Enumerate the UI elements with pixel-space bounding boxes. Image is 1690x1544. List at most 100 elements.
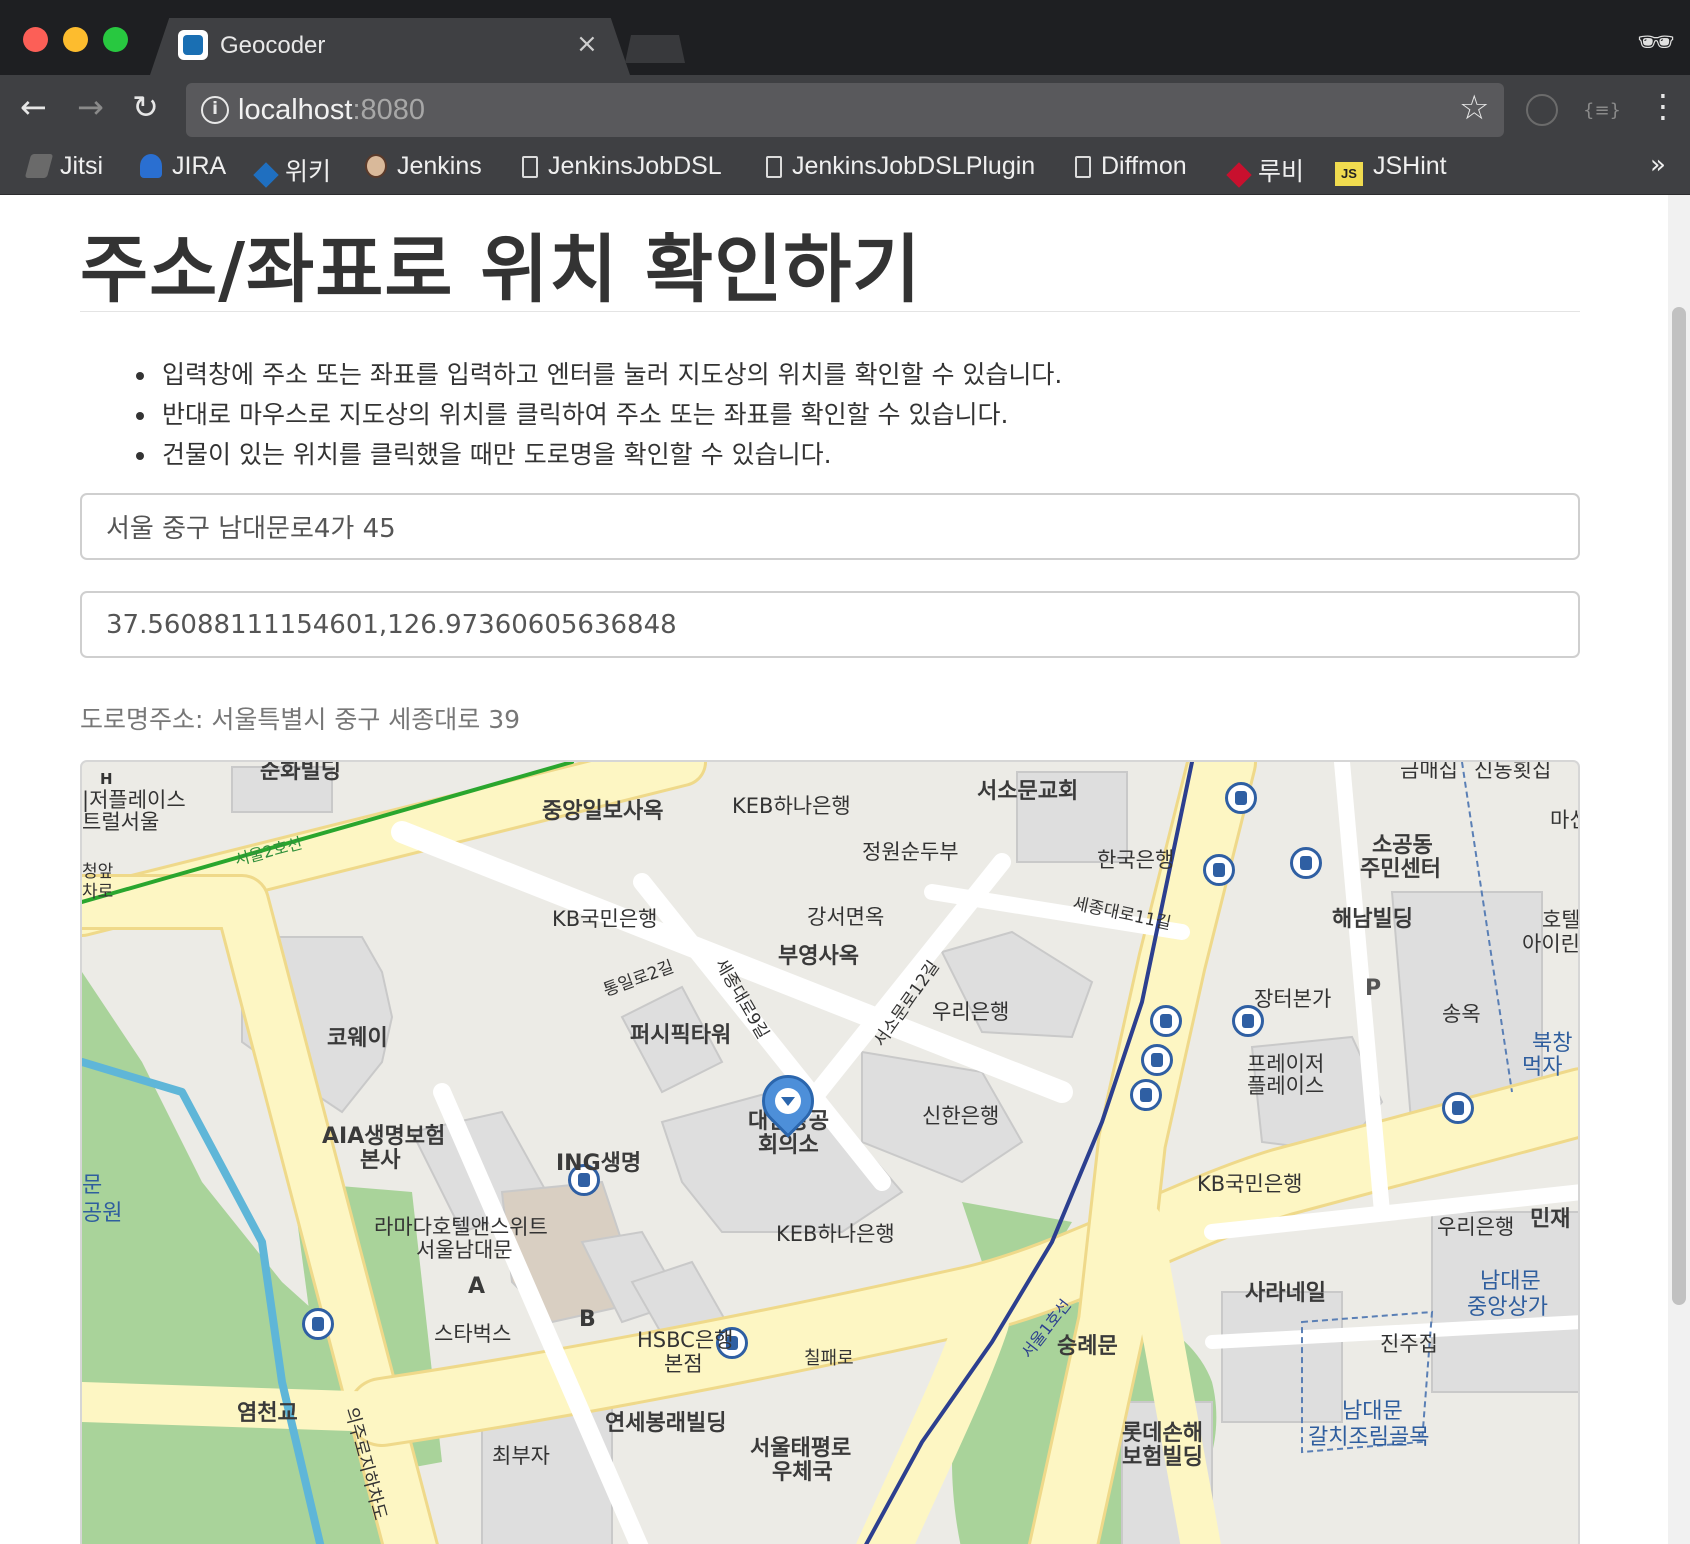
bookmark-wiki[interactable]: 위키: [253, 152, 332, 188]
map-label: 퍼시픽타워: [630, 1023, 732, 1048]
map-label: 송옥: [1442, 1002, 1481, 1026]
bookmark-ruby[interactable]: 루비: [1226, 152, 1304, 188]
map-label: KEB하나은행: [732, 794, 851, 818]
map-label: 우리은행: [932, 1000, 1010, 1024]
bookmark-jira[interactable]: JIRA: [140, 152, 226, 181]
bookmark-jenkinsjobdsl[interactable]: JenkinsJobDSL: [522, 152, 722, 181]
map-label: B: [579, 1307, 596, 1332]
map-label: AIA생명보험: [322, 1124, 446, 1149]
map-label: 민재: [1530, 1207, 1571, 1232]
ruby-icon: [1226, 162, 1252, 188]
road-address-text: 도로명주소: 서울특별시 중구 세종대로 39: [80, 705, 521, 734]
map-label: 서소문교회: [977, 779, 1079, 804]
bookmark-jshint[interactable]: JS JSHint: [1335, 152, 1447, 186]
map-label: 장터본가: [1254, 987, 1332, 1011]
bus-stop-icon[interactable]: [1442, 1092, 1474, 1124]
map-label: 한국은행: [1097, 848, 1175, 872]
map-label: 아이린: [1522, 932, 1580, 956]
instructions-list: 입력창에 주소 또는 좌표를 입력하고 엔터를 눌러 지도상의 위치를 확인할 …: [158, 355, 1062, 475]
page-title: 주소/좌표로 위치 확인하기: [80, 227, 922, 313]
js-icon: JS: [1335, 162, 1363, 186]
forward-icon[interactable]: →: [77, 88, 104, 126]
bookmark-label: JSHint: [1373, 152, 1447, 180]
map-label: KB국민은행: [1197, 1172, 1303, 1196]
bus-stop-icon[interactable]: [1225, 782, 1257, 814]
jenkins-icon: [365, 154, 387, 178]
map-label: HSBC은행: [637, 1328, 734, 1352]
map-label: 호텔: [1542, 908, 1580, 932]
bus-stop-icon[interactable]: [1141, 1044, 1173, 1076]
extension-timer-icon[interactable]: [1526, 94, 1558, 126]
maximize-window-button[interactable]: [103, 27, 128, 52]
map-label: 칠패로: [804, 1348, 854, 1369]
bookmark-label: Jenkins: [397, 152, 482, 180]
scrollbar-thumb[interactable]: [1672, 307, 1686, 1305]
site-info-icon[interactable]: i: [201, 96, 229, 124]
bus-stop-icon[interactable]: [302, 1308, 334, 1340]
map-label: 금매집: [1400, 760, 1458, 782]
map-label: ING생명: [556, 1151, 642, 1176]
extension-json-icon[interactable]: {≡}: [1583, 100, 1621, 121]
close-window-button[interactable]: [23, 27, 48, 52]
file-icon: [1075, 156, 1091, 178]
address-input[interactable]: [80, 493, 1580, 560]
minimize-window-button[interactable]: [63, 27, 88, 52]
bookmark-jenkinsjobdslplugin[interactable]: JenkinsJobDSLPlugin: [766, 152, 1035, 181]
building-market: [1221, 1291, 1343, 1423]
url-port: :8080: [352, 94, 426, 126]
map-label: 남대문: [1342, 1399, 1403, 1424]
map-label: 본점: [664, 1352, 703, 1376]
instruction-item: 건물이 있는 위치를 클릭했을 때만 도로명을 확인할 수 있습니다.: [158, 435, 1062, 475]
map-label: 회의소: [758, 1133, 819, 1158]
map-label: 사라네일: [1245, 1281, 1326, 1306]
bus-stop-icon[interactable]: [1130, 1079, 1162, 1111]
map-label: 소공동: [1372, 833, 1433, 858]
bookmark-label: JIRA: [172, 152, 227, 180]
map-label: 코웨이: [327, 1026, 388, 1051]
coordinate-input[interactable]: [80, 591, 1580, 658]
bookmark-diffmon[interactable]: Diffmon: [1075, 152, 1187, 181]
map-label: 숭례문: [1057, 1334, 1118, 1359]
bookmarks-overflow-icon[interactable]: »: [1650, 150, 1666, 180]
back-icon[interactable]: ←: [20, 88, 47, 126]
map-label: P: [1365, 976, 1382, 1001]
map-label: 중앙일보사옥: [542, 799, 664, 824]
browser-menu-icon[interactable]: ⋮: [1647, 87, 1679, 125]
tab-close-icon[interactable]: ×: [576, 29, 598, 59]
map-label: 라마다호텔앤스위트: [374, 1215, 548, 1239]
map-label: 주민센터: [1360, 857, 1441, 882]
geocoder-favicon-icon: [178, 30, 208, 60]
bus-stop-icon[interactable]: [1203, 854, 1235, 886]
map-label: 순화빌딩: [260, 760, 341, 784]
bookmark-jenkins[interactable]: Jenkins: [365, 152, 482, 181]
instruction-item: 입력창에 주소 또는 좌표를 입력하고 엔터를 눌러 지도상의 위치를 확인할 …: [158, 355, 1062, 395]
title-divider: [80, 311, 1580, 312]
map-label: KB국민은행: [552, 907, 658, 931]
bookmark-star-icon[interactable]: ☆: [1459, 88, 1489, 128]
bookmark-label: Jitsi: [60, 152, 104, 180]
map-label: 공원: [82, 1201, 123, 1226]
map-label: KEB하나은행: [776, 1222, 895, 1246]
map-label: 중앙상가: [1467, 1295, 1548, 1320]
bookmark-label: Diffmon: [1101, 152, 1187, 180]
bus-stop-icon[interactable]: [1290, 847, 1322, 879]
map-label: 최부자: [492, 1444, 550, 1468]
bus-stop-icon[interactable]: [1150, 1005, 1182, 1037]
file-icon: [522, 156, 538, 178]
map-label: 북창: [1532, 1031, 1573, 1056]
map-label: 스타벅스: [434, 1322, 512, 1346]
bookmark-label: 위키: [285, 158, 332, 186]
bookmark-jitsi[interactable]: Jitsi: [24, 152, 104, 181]
url-text[interactable]: localhost:8080: [238, 94, 425, 127]
reload-icon[interactable]: ↻: [132, 88, 159, 126]
map-label: 신동횟집: [1474, 760, 1552, 782]
map-view[interactable]: 순화빌딩 중앙일보사옥 KEB하나은행 서소문교회 |저플레이스 트럴서울 정원…: [80, 760, 1580, 1544]
jitsi-icon: [24, 154, 54, 178]
map-label: 강서면옥: [807, 905, 885, 929]
map-label: 서울남대문: [416, 1238, 513, 1262]
bookmark-label: JenkinsJobDSLPlugin: [792, 152, 1036, 180]
new-tab-button[interactable]: [625, 35, 685, 63]
map-label: 연세봉래빌딩: [605, 1411, 727, 1436]
map-label: 부영사옥: [778, 944, 859, 969]
map-label: 염천교: [237, 1401, 298, 1426]
